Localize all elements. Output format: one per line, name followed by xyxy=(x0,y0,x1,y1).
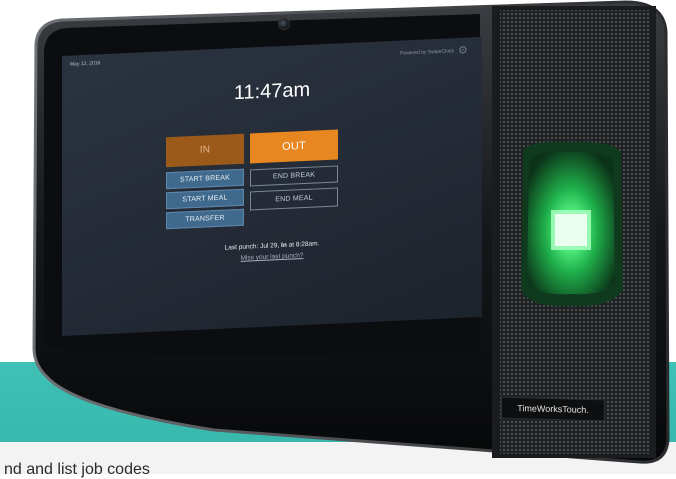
fingerprint-sensor[interactable] xyxy=(511,140,631,310)
end-break-button[interactable]: END BREAK xyxy=(250,165,338,187)
last-punch-prefix: Last punch: Jul 29, xyxy=(224,242,282,252)
gear-icon[interactable]: ⚙ xyxy=(458,45,468,57)
touch-screen: May 12, 2016 Powered by SwipeClock ⚙ 11:… xyxy=(62,36,482,336)
transfer-button[interactable]: TRANSFER xyxy=(166,208,244,230)
end-meal-button[interactable]: END MEAL xyxy=(250,187,338,211)
clock-in-button[interactable]: IN xyxy=(166,133,244,168)
clock-out-button[interactable]: OUT xyxy=(250,129,338,164)
current-time: 11:47am xyxy=(233,78,311,105)
brand-logo: TimeWorksTouch. xyxy=(501,396,605,422)
screen-date: May 12, 2016 xyxy=(70,60,101,68)
start-meal-button[interactable]: START MEAL xyxy=(166,188,244,210)
camera-icon xyxy=(278,18,290,30)
last-punch-suffix: at 8:28am. xyxy=(286,240,320,249)
powered-by-label: Powered by SwipeClock xyxy=(400,48,454,57)
time-clock-device: May 12, 2016 Powered by SwipeClock ⚙ 11:… xyxy=(14,0,674,470)
start-break-button[interactable]: START BREAK xyxy=(166,168,244,190)
